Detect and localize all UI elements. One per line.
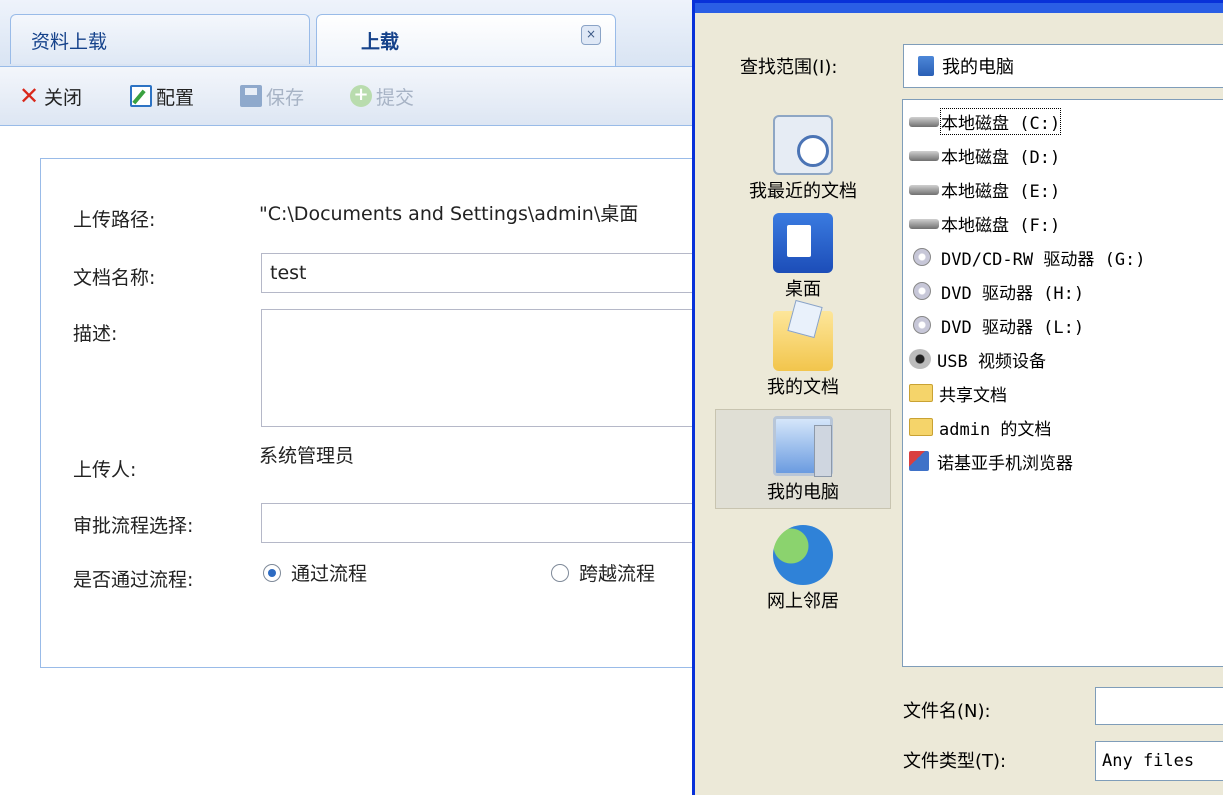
file-type-label: 文件类型(T): xyxy=(903,751,1007,772)
toolbar: ✕ 关闭 配置 保存 提交 xyxy=(0,67,700,126)
approval-flow-label: 审批流程选择: xyxy=(73,515,194,537)
hard-disk-icon xyxy=(909,117,939,127)
list-item-admin-docs[interactable]: admin 的文档 xyxy=(909,412,1051,442)
list-item-drive-f[interactable]: 本地磁盘 (F:) xyxy=(909,208,1060,238)
list-item-drive-e[interactable]: 本地磁盘 (E:) xyxy=(909,174,1060,204)
upload-form: 上传路径: "C:\Documents and Settings\admin\桌… xyxy=(40,158,741,668)
hard-disk-icon xyxy=(909,219,939,229)
list-item-label: 本地磁盘 (C:) xyxy=(939,107,1062,135)
close-button-label: 关闭 xyxy=(44,86,83,109)
place-label: 我的文档 xyxy=(767,377,839,398)
open-file-dialog: 查找范围(I): 我的电脑 我最近的文档 桌面 我的文档 我的电脑 网上邻居 本… xyxy=(692,0,1223,795)
list-item-label: 诺基亚手机浏览器 xyxy=(937,453,1073,474)
pass-flow-label: 是否通过流程: xyxy=(73,569,194,591)
doc-name-label: 文档名称: xyxy=(73,267,156,289)
list-item-drive-g[interactable]: DVD/CD-RW 驱动器 (G:) xyxy=(909,242,1146,272)
description-label: 描述: xyxy=(73,323,118,345)
my-computer-icon xyxy=(918,56,934,76)
uploader-label: 上传人: xyxy=(73,459,137,481)
place-label: 桌面 xyxy=(785,279,821,300)
description-textarea[interactable] xyxy=(261,309,741,427)
tab-label: 资料上载 xyxy=(31,31,108,53)
cd-drive-icon xyxy=(913,282,931,300)
phone-browser-icon xyxy=(909,451,929,471)
place-label: 我最近的文档 xyxy=(749,181,857,202)
look-in-dropdown[interactable]: 我的电脑 xyxy=(903,44,1223,88)
hard-disk-icon xyxy=(909,185,939,195)
close-button[interactable]: ✕ 关闭 xyxy=(18,82,82,110)
add-icon xyxy=(350,84,372,107)
list-item-usb-video[interactable]: USB 视频设备 xyxy=(909,344,1046,374)
desktop-icon xyxy=(773,213,833,273)
close-x-icon: ✕ xyxy=(18,82,40,110)
save-button[interactable]: 保存 xyxy=(240,82,304,110)
close-icon[interactable]: × xyxy=(581,25,601,45)
hard-disk-icon xyxy=(909,151,939,161)
list-item-label: 本地磁盘 (F:) xyxy=(941,215,1061,236)
place-my-documents[interactable]: 我的文档 xyxy=(715,305,891,399)
config-button-label: 配置 xyxy=(156,86,195,109)
place-label: 网上邻居 xyxy=(767,591,839,612)
list-item-shared-docs[interactable]: 共享文档 xyxy=(909,378,1007,408)
radio-skip-label: 跨越流程 xyxy=(579,563,656,585)
place-my-computer[interactable]: 我的电脑 xyxy=(715,409,891,509)
list-item-label: 本地磁盘 (D:) xyxy=(941,147,1061,168)
radio-skip-flow[interactable]: 跨越流程 xyxy=(551,559,655,586)
edit-icon xyxy=(130,85,152,107)
list-item-label: USB 视频设备 xyxy=(937,351,1046,372)
place-label: 我的电脑 xyxy=(767,482,839,503)
content-area: 上传路径: "C:\Documents and Settings\admin\桌… xyxy=(0,126,741,795)
recent-documents-icon xyxy=(773,115,833,175)
folder-icon xyxy=(909,418,933,436)
path-value: "C:\Documents and Settings\admin\桌面 xyxy=(259,203,639,225)
list-item-drive-l[interactable]: DVD 驱动器 (L:) xyxy=(909,310,1084,340)
approval-flow-select[interactable] xyxy=(261,503,741,543)
list-item-label: admin 的文档 xyxy=(939,419,1052,440)
cd-drive-icon xyxy=(913,316,931,334)
place-desktop[interactable]: 桌面 xyxy=(715,207,891,301)
list-item-label: 本地磁盘 (E:) xyxy=(941,181,1061,202)
file-type-select[interactable]: Any files xyxy=(1095,741,1223,781)
tab-upload[interactable]: 上载 × xyxy=(316,14,616,66)
submit-button-label: 提交 xyxy=(376,86,415,109)
radio-unchecked-icon xyxy=(551,563,569,582)
save-button-label: 保存 xyxy=(266,86,305,109)
uploader-value: 系统管理员 xyxy=(259,445,355,467)
list-item-label: DVD/CD-RW 驱动器 (G:) xyxy=(941,249,1146,270)
folder-icon xyxy=(909,384,933,402)
radio-checked-icon xyxy=(263,563,281,582)
look-in-value: 我的电脑 xyxy=(942,57,1014,78)
places-bar: 我最近的文档 桌面 我的文档 我的电脑 网上邻居 xyxy=(715,99,891,689)
save-icon xyxy=(240,85,262,107)
list-item-drive-d[interactable]: 本地磁盘 (D:) xyxy=(909,140,1060,170)
doc-name-input[interactable]: test xyxy=(261,253,741,293)
my-documents-icon xyxy=(773,311,833,371)
path-label: 上传路径: xyxy=(73,209,156,231)
network-places-icon xyxy=(773,525,833,585)
tab-label: 上载 xyxy=(361,31,400,53)
list-item-drive-c[interactable]: 本地磁盘 (C:) xyxy=(909,106,1062,136)
config-button[interactable]: 配置 xyxy=(130,82,194,110)
file-list: 本地磁盘 (C:) 本地磁盘 (D:) 本地磁盘 (E:) 本地磁盘 (F:) … xyxy=(902,99,1223,667)
list-item-label: DVD 驱动器 (L:) xyxy=(941,317,1085,338)
file-name-input[interactable] xyxy=(1095,687,1223,725)
tab-bar: 资料上载 上载 × xyxy=(0,0,700,67)
place-network[interactable]: 网上邻居 xyxy=(715,519,891,613)
tab-data-upload[interactable]: 资料上载 xyxy=(10,14,310,64)
radio-pass-flow[interactable]: 通过流程 xyxy=(263,559,367,586)
place-recent-documents[interactable]: 我最近的文档 xyxy=(715,109,891,203)
radio-pass-label: 通过流程 xyxy=(291,563,368,585)
look-in-label: 查找范围(I): xyxy=(740,57,838,78)
list-item-label: DVD 驱动器 (H:) xyxy=(941,283,1085,304)
list-item-nokia-browser[interactable]: 诺基亚手机浏览器 xyxy=(909,446,1073,476)
submit-button[interactable]: 提交 xyxy=(350,82,414,110)
file-name-label: 文件名(N): xyxy=(903,701,991,722)
my-computer-icon xyxy=(773,416,833,477)
cd-drive-icon xyxy=(913,248,931,266)
usb-video-icon xyxy=(909,349,931,369)
list-item-drive-h[interactable]: DVD 驱动器 (H:) xyxy=(909,276,1084,306)
list-item-label: 共享文档 xyxy=(939,385,1007,406)
dialog-title-bar xyxy=(695,3,1223,13)
